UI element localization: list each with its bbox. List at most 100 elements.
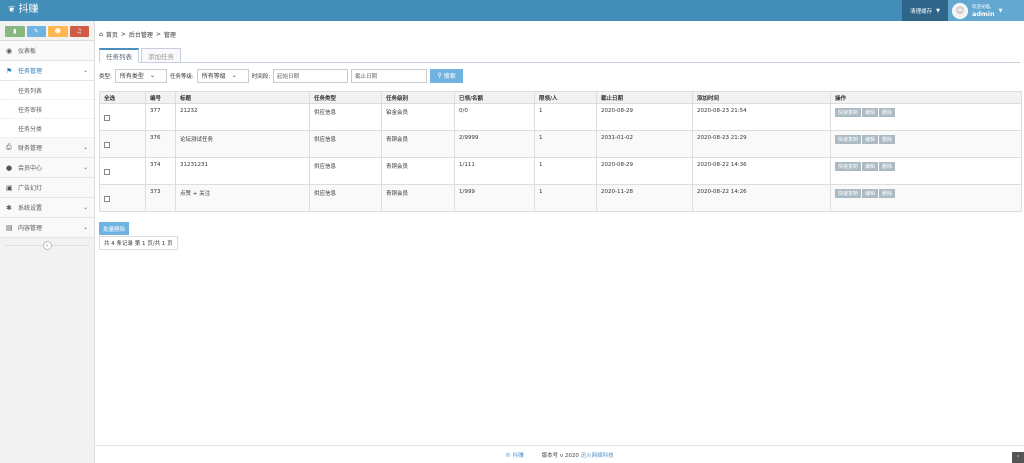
shortcut-buttons: ▮ ✎ ☻ ♫ (0, 21, 94, 41)
row-added-time: 2020-08-22 14:36 (692, 157, 831, 185)
brand-logo[interactable]: ❦ 抖赚 (8, 3, 39, 17)
footer-brand[interactable]: © 抖赚 (505, 451, 523, 459)
row-checkbox[interactable] (104, 169, 110, 175)
sidebar-collapse-button[interactable]: « (42, 241, 52, 250)
flag-icon: ⚑ (6, 66, 13, 75)
quota-header: 已领/名额 (454, 91, 535, 104)
added-time-header: 添加时间 (692, 91, 831, 104)
row-added-time: 2020-08-23 21:29 (692, 130, 831, 158)
table-row: 374 31231231 供应信息 青铜会员 1/111 1 2020-08-2… (99, 157, 1022, 185)
footer-version: 版本号 v 2020 迅火网络科技 (542, 451, 614, 459)
breadcrumb-admin[interactable]: 后台管理 (129, 30, 153, 39)
top-navbar: ❦ 抖赚 清理缓存 ▼ ☺ 欢迎光临, admin ▼ (0, 0, 1024, 21)
top-right-area: 清理缓存 ▼ ☺ 欢迎光临, admin ▼ (902, 0, 1024, 21)
chevron-down-icon: ⌄ (231, 72, 237, 79)
breadcrumb-home[interactable]: 首页 (106, 30, 118, 39)
breadcrumb-current: 管理 (163, 32, 176, 39)
delete-button[interactable]: 删除 (879, 108, 896, 117)
edit-button[interactable]: 编辑 (862, 162, 879, 171)
delete-button[interactable]: 删除 (879, 189, 896, 198)
user-menu[interactable]: ☺ 欢迎光临, admin ▼ (948, 0, 1024, 21)
back-to-top-button[interactable]: ⌃ (1012, 452, 1024, 463)
tab-add-task[interactable]: 添加任务 (141, 48, 181, 63)
row-checkbox[interactable] (104, 115, 110, 121)
sidebar-item-dashboard[interactable]: ◉ 仪表板 (0, 41, 94, 61)
sidebar: ▮ ✎ ☻ ♫ ◉ 仪表板 ⚑ 任务管理 ⌄ 任务列表 任务审核 任务分类 ⎙ … (0, 21, 95, 463)
level-select[interactable]: 所有等级 ⌄ (196, 68, 249, 83)
row-actions: 快速复制 编辑 删除 (830, 130, 1022, 158)
pencil-shortcut-button[interactable]: ✎ (26, 26, 46, 37)
row-id: 374 (145, 157, 176, 185)
quick-copy-button[interactable]: 快速复制 (835, 108, 862, 117)
sidebar-item-label: 内容管理 (18, 225, 43, 232)
row-deadline: 2020-08-29 (596, 103, 693, 131)
end-date-input[interactable]: 截止日期 (351, 68, 428, 83)
row-added-time: 2020-08-22 14:26 (692, 184, 831, 212)
home-icon: ⌂ (99, 31, 103, 38)
task-table: 全选 编号 标题 任务类型 任务级别 已领/名额 限领/人 截止日期 添加时间 … (99, 91, 1022, 212)
sidebar-item-label: 广告幻灯 (18, 185, 43, 192)
row-checkbox[interactable] (104, 196, 110, 202)
book-icon: ▤ (6, 223, 13, 232)
time-filter-label: 时间段: (251, 73, 271, 80)
sidebar-item-task-management[interactable]: ⚑ 任务管理 ⌄ (0, 61, 94, 81)
users-icon: ☻ (54, 28, 61, 35)
edit-button[interactable]: 编辑 (862, 108, 879, 117)
chevron-down-icon: ⌄ (82, 224, 88, 231)
select-all-header[interactable]: 全选 (99, 91, 146, 104)
row-id: 377 (145, 103, 176, 131)
pencil-icon: ✎ (33, 28, 39, 35)
delete-button[interactable]: 删除 (879, 162, 896, 171)
row-type: 供应信息 (309, 103, 382, 131)
deadline-header: 截止日期 (596, 91, 693, 104)
quick-copy-button[interactable]: 快速复制 (835, 162, 862, 171)
type-select[interactable]: 所有类型 ⌄ (114, 68, 167, 83)
clear-cache-button[interactable]: 清理缓存 ▼ (902, 0, 948, 21)
start-date-input[interactable]: 起始日期 (273, 68, 349, 83)
row-checkbox[interactable] (104, 142, 110, 148)
edit-button[interactable]: 编辑 (862, 189, 879, 198)
edit-button[interactable]: 编辑 (862, 135, 879, 144)
row-quota: 0/0 (454, 103, 535, 131)
users-shortcut-button[interactable]: ☻ (48, 26, 68, 37)
search-button-label: 搜索 (443, 73, 456, 80)
row-deadline: 2020-08-29 (596, 157, 693, 185)
row-type: 供应信息 (309, 157, 382, 185)
sidebar-subitem-task-category[interactable]: 任务分类 (0, 119, 94, 138)
quick-copy-button[interactable]: 快速复制 (835, 135, 862, 144)
bell-shortcut-button[interactable]: ♫ (69, 26, 89, 37)
row-actions: 快速复制 编辑 删除 (830, 157, 1022, 185)
sidebar-item-ads[interactable]: ▣ 广告幻灯 (0, 178, 94, 198)
pagination-info: 共 4 条记录 第 1 页/共 1 页 (99, 236, 178, 250)
row-limit: 1 (534, 103, 597, 131)
footer-company-link[interactable]: 迅火网络科技 (581, 453, 614, 459)
sidebar-subitem-task-review[interactable]: 任务审核 (0, 100, 94, 119)
user-info: 欢迎光临, admin (972, 4, 995, 18)
sidebar-item-content[interactable]: ▤ 内容管理 ⌄ (0, 218, 94, 238)
double-chevron-up-icon: ⌃ (1015, 454, 1021, 461)
row-quota: 1/111 (454, 157, 535, 185)
sidebar-item-finance[interactable]: ⎙ 财务管理 ⌄ (0, 138, 94, 158)
chevron-down-icon: ⌄ (82, 144, 88, 151)
table-header-row: 全选 编号 标题 任务类型 任务级别 已领/名额 限领/人 截止日期 添加时间 … (99, 91, 1022, 104)
username: admin (972, 9, 995, 18)
sidebar-collapse-bar: « (0, 238, 94, 253)
row-actions: 快速复制 编辑 删除 (830, 184, 1022, 212)
sidebar-item-settings[interactable]: ✱ 系统设置 ⌄ (0, 198, 94, 218)
bulk-delete-button[interactable]: 批量删除 (99, 222, 130, 235)
clear-cache-label: 清理缓存 (910, 8, 933, 15)
sidebar-item-label: 任务管理 (18, 68, 43, 75)
search-button[interactable]: ⚲ 搜索 (430, 68, 464, 83)
row-actions: 快速复制 编辑 删除 (830, 103, 1022, 131)
delete-button[interactable]: 删除 (879, 135, 896, 144)
sidebar-item-members[interactable]: ● 会员中心 ⌄ (0, 158, 94, 178)
brand-name: 抖赚 (18, 4, 39, 15)
row-quota: 1/999 (454, 184, 535, 212)
sidebar-item-label: 仪表板 (18, 48, 37, 55)
chart-shortcut-button[interactable]: ▮ (5, 26, 25, 37)
row-added-time: 2020-08-23 21:54 (692, 103, 831, 131)
row-limit: 1 (534, 130, 597, 158)
tab-task-list[interactable]: 任务列表 (99, 48, 139, 63)
quick-copy-button[interactable]: 快速复制 (835, 189, 862, 198)
sidebar-subitem-task-list[interactable]: 任务列表 (0, 81, 94, 100)
